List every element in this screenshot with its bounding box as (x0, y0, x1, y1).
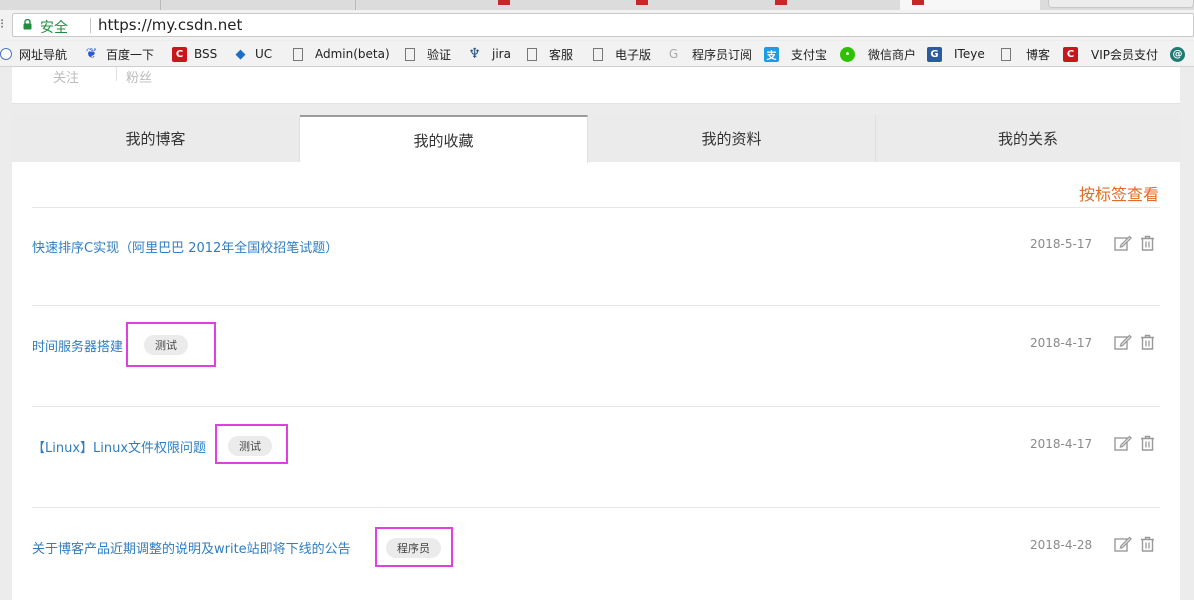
jira-icon: ♆ (468, 46, 481, 62)
edit-icon[interactable] (1114, 435, 1132, 451)
bookmark-label: 支付宝 (791, 47, 828, 62)
profile-card: 关注 粉丝 (12, 67, 1180, 104)
tab-divider (355, 0, 356, 10)
edit-icon[interactable] (1114, 334, 1132, 350)
globe-icon (0, 48, 12, 60)
fans-count-label[interactable]: 粉丝 (126, 67, 152, 86)
delete-icon[interactable] (1140, 435, 1155, 451)
iteye-icon: G (927, 46, 942, 62)
bookmark-label: UC (255, 47, 273, 61)
url-input[interactable]: 安全 https://my.csdn.net (12, 13, 1194, 37)
bookmark-label: Admin(beta) (315, 47, 390, 61)
favorite-title[interactable]: 快速排序C实现（阿里巴巴 2012年全国校招笔试题） (32, 237, 338, 256)
new-tab-button[interactable] (1048, 0, 1194, 8)
tab-favicon[interactable] (498, 0, 510, 5)
favorite-date: 2018-4-28 (1030, 538, 1093, 552)
secure-label: 安全 (40, 20, 68, 36)
tab-my-profile[interactable]: 我的资料 (588, 115, 876, 162)
stat-divider (116, 67, 117, 81)
favorites-panel: 我的博客 我的收藏 我的资料 我的关系 按标签查看 快速排序C实现（阿里巴巴 2… (12, 115, 1180, 600)
delete-icon[interactable] (1140, 536, 1155, 552)
bookmark-admin[interactable]: Admin(beta) (293, 45, 390, 63)
url-text[interactable]: https://my.csdn.net (98, 16, 242, 34)
bookmark-label: 百度一下 (106, 47, 155, 62)
csdn-c-icon: C (1063, 46, 1078, 62)
favorite-row: 【Linux】Linux文件权限问题 测试 2018-4-17 (32, 406, 1160, 506)
tab-favicon[interactable] (775, 0, 787, 5)
bookmark-ebook[interactable]: 电子版 (593, 45, 651, 63)
alipay-icon: 支 (764, 46, 779, 62)
favorite-tag[interactable]: 测试 (228, 436, 272, 456)
favorite-date: 2018-5-17 (1030, 237, 1093, 251)
omnibox-separator (90, 18, 91, 33)
favorite-tag[interactable]: 测试 (144, 335, 188, 355)
bookmark-at[interactable]: @ (1170, 45, 1192, 63)
delete-icon[interactable] (1140, 235, 1155, 251)
favorite-tag[interactable]: 程序员 (386, 538, 441, 558)
page-icon (405, 47, 415, 61)
page-icon (1001, 47, 1011, 61)
bookmarks-bar: 网址导航 ❦ 百度一下 C BSS ◆ UC Admin(beta) 验证 ♆ … (0, 41, 1194, 67)
bookmark-label: 网址导航 (19, 47, 68, 62)
diamond-arrows-icon: ◆ (235, 46, 246, 62)
page-icon (593, 47, 603, 61)
edit-icon[interactable] (1114, 235, 1132, 251)
bookmark-vip-pay[interactable]: C VIP会员支付 (1063, 45, 1158, 63)
edit-icon[interactable] (1114, 536, 1132, 552)
favorite-date: 2018-4-17 (1030, 437, 1093, 451)
tab-favicon[interactable] (636, 0, 648, 5)
tab-my-relations[interactable]: 我的关系 (876, 115, 1180, 162)
favorite-title[interactable]: 时间服务器搭建 (32, 336, 123, 355)
csdn-c-icon: C (172, 46, 187, 62)
bookmark-subscribe[interactable]: G 程序员订阅 (666, 45, 752, 63)
favorite-row: 时间服务器搭建 测试 2018-4-17 (32, 305, 1160, 405)
bookmark-label: 程序员订阅 (692, 47, 753, 62)
favorite-row: 快速排序C实现（阿里巴巴 2012年全国校招笔试题） 2018-5-17 (32, 207, 1160, 307)
bookmark-iteye[interactable]: G ITeye (927, 45, 985, 63)
tab-favicon (912, 0, 924, 5)
favorite-title[interactable]: 【Linux】Linux文件权限问题 (32, 437, 206, 456)
bookmark-wechat-pay[interactable]: • 微信商户 (840, 45, 916, 63)
bookmark-nav[interactable]: 网址导航 (0, 45, 67, 63)
bookmark-label: jira (492, 47, 511, 61)
follow-count-label[interactable]: 关注 (53, 67, 79, 86)
bookmark-label: 验证 (427, 47, 452, 62)
favorite-date: 2018-4-17 (1030, 336, 1093, 350)
bookmark-uc[interactable]: ◆ UC (233, 45, 273, 63)
page-icon (527, 47, 537, 61)
bookmark-label: VIP会员支付 (1091, 47, 1158, 62)
lock-icon (23, 19, 32, 30)
page-content: 关注 粉丝 我的博客 我的收藏 我的资料 我的关系 按标签查看 快速排序C实现（… (0, 67, 1194, 600)
bookmark-label: ITeye (954, 47, 985, 61)
bookmark-baidu[interactable]: ❦ 百度一下 (84, 45, 154, 63)
bookmark-support[interactable]: 客服 (527, 45, 573, 63)
delete-icon[interactable] (1140, 334, 1155, 350)
tab-divider (160, 0, 161, 10)
bookmark-label: BSS (194, 47, 218, 61)
grey-g-icon: G (668, 47, 679, 61)
bookmark-verify[interactable]: 验证 (405, 45, 451, 63)
address-bar: ⁝ 安全 https://my.csdn.net (0, 10, 1194, 40)
at-icon: @ (1170, 46, 1185, 62)
bookmark-alipay[interactable]: 支 支付宝 (764, 45, 827, 63)
tab-my-favorites[interactable]: 我的收藏 (300, 115, 588, 163)
view-by-tag-link[interactable]: 按标签查看 (1079, 181, 1159, 205)
baidu-paw-icon: ❦ (85, 46, 98, 62)
favorite-row: 关于博客产品近期调整的说明及write站即将下线的公告 程序员 2018-4-2… (32, 507, 1160, 600)
bookmark-label: 电子版 (615, 47, 652, 62)
bookmark-jira[interactable]: ♆ jira (467, 45, 511, 63)
tab-my-blog[interactable]: 我的博客 (12, 115, 300, 162)
favorite-title[interactable]: 关于博客产品近期调整的说明及write站即将下线的公告 (32, 538, 351, 557)
bookmark-label: 微信商户 (868, 47, 917, 62)
wechat-icon: • (840, 46, 855, 62)
back-icon[interactable]: ⁝ (0, 17, 4, 32)
page-icon (293, 47, 303, 61)
profile-tabs: 我的博客 我的收藏 我的资料 我的关系 (12, 115, 1180, 163)
active-browser-tab[interactable] (900, 0, 1040, 10)
browser-tab-strip (0, 0, 1194, 10)
bookmark-label: 博客 (1026, 47, 1051, 62)
bookmark-blog[interactable]: 博客 (1001, 45, 1050, 63)
bookmark-label: 客服 (549, 47, 574, 62)
bookmark-bss[interactable]: C BSS (172, 45, 217, 63)
